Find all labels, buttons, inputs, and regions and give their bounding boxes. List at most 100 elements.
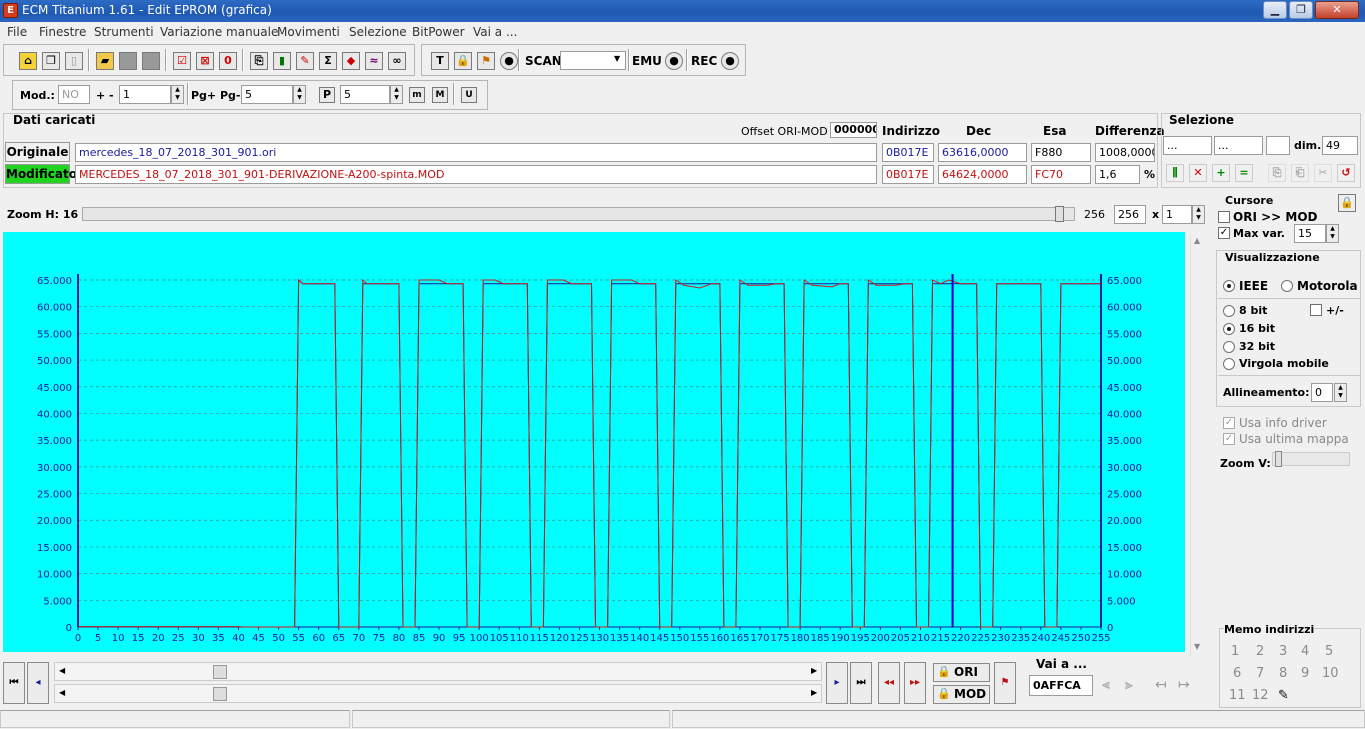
scroll-right-icon[interactable]: ▶ — [811, 688, 817, 697]
max-var-checkbox[interactable]: ✓ — [1218, 227, 1230, 239]
open-folder-icon[interactable]: ▰ — [96, 52, 114, 70]
mod-scroll-thumb[interactable] — [213, 687, 227, 701]
originale-esa[interactable]: F880 — [1031, 143, 1091, 162]
align-left-icon[interactable]: ⫷ — [1102, 677, 1110, 693]
memo-item[interactable]: 10 — [1322, 666, 1339, 681]
memo-item[interactable]: 3 — [1279, 644, 1287, 659]
compare-icon[interactable]: ⊠ — [196, 52, 214, 70]
scroll-up-icon[interactable]: ▲ — [1194, 236, 1200, 245]
originale-dec[interactable]: 63616,0000 — [938, 143, 1027, 162]
m-large-icon[interactable]: M — [432, 87, 448, 103]
ori-scroll-thumb[interactable] — [213, 665, 227, 679]
minimize-button[interactable]: ▁ — [1263, 1, 1287, 19]
rec-toggle-icon[interactable]: ● — [721, 52, 739, 70]
modificato-esa[interactable]: FC70 — [1031, 165, 1091, 184]
selezione-end-field[interactable]: ... — [1214, 136, 1263, 155]
binoculars-icon[interactable]: ∞ — [388, 52, 406, 70]
memo-item[interactable]: 7 — [1256, 666, 1264, 681]
zoom-value-b[interactable]: 256 — [1114, 205, 1146, 224]
next-icon[interactable]: ▸ — [826, 662, 848, 704]
chart-area[interactable]: 0 0 5.000 5.000 10.000 10.000 15.000 15.000 20.0… — [3, 232, 1185, 652]
menu-strumenti[interactable]: Strumenti — [94, 25, 154, 39]
copy-sel-icon[interactable]: ⎘ — [1268, 164, 1286, 182]
plusminus-checkbox[interactable] — [1310, 304, 1322, 316]
save-as-icon[interactable] — [142, 52, 160, 70]
home-icon[interactable]: ⌂ — [19, 52, 37, 70]
modificato-diff[interactable]: 1,6 — [1095, 165, 1140, 184]
zoom-value-c[interactable]: 1 — [1162, 205, 1192, 224]
record-dot-icon[interactable]: ● — [500, 52, 518, 70]
max-var-field[interactable]: 15 — [1294, 224, 1326, 243]
undo-icon[interactable]: ↺ — [1337, 164, 1355, 182]
lock-icon[interactable]: 🔒 — [454, 52, 472, 70]
jump-back-icon[interactable]: ↤ — [1155, 677, 1167, 693]
prev-diff-icon[interactable]: ◂◂ — [878, 662, 900, 704]
memo-item[interactable]: 12 — [1252, 688, 1269, 703]
originale-file[interactable]: mercedes_18_07_2018_301_901.ori — [75, 143, 877, 162]
memo-item[interactable]: 1 — [1231, 644, 1239, 659]
memo-save-icon[interactable]: ✎ — [1278, 688, 1289, 703]
plus-minus-field[interactable]: 1 — [119, 85, 171, 104]
battery-icon[interactable]: ▮ — [273, 52, 291, 70]
close-button[interactable]: ✕ — [1315, 1, 1359, 19]
memo-item[interactable]: 2 — [1256, 644, 1264, 659]
copy-icon[interactable]: ⎘ — [250, 52, 268, 70]
align-right-icon[interactable]: ⫸ — [1125, 677, 1133, 693]
sum-icon[interactable]: Σ — [319, 52, 337, 70]
scroll-down-icon[interactable]: ▼ — [1194, 642, 1200, 651]
float-radio[interactable] — [1223, 358, 1235, 370]
max-var-stepper[interactable]: ▲ ▼ — [1326, 224, 1339, 243]
memo-item[interactable]: 11 — [1229, 688, 1246, 703]
menu-vai-a[interactable]: Vai a ... — [473, 25, 517, 39]
pg-stepper[interactable]: ▲ ▼ — [293, 85, 306, 104]
modificato-addr[interactable]: 0B017E — [882, 165, 934, 184]
menu-file[interactable]: File — [7, 25, 27, 39]
modificato-file[interactable]: MERCEDES_18_07_2018_301_901-DERIVAZIONE-… — [75, 165, 877, 184]
originale-label[interactable]: Originale — [5, 142, 70, 162]
bit8-radio[interactable] — [1223, 305, 1235, 317]
allineamento-stepper[interactable]: ▲ ▼ — [1334, 383, 1347, 402]
usa-ultima-mappa-checkbox[interactable]: ✓ — [1223, 433, 1235, 445]
p-stepper[interactable]: ▲ ▼ — [390, 85, 403, 104]
selezione-extra-field[interactable] — [1266, 136, 1290, 155]
document-icon[interactable]: ▯ — [65, 52, 83, 70]
pg-field[interactable]: 5 — [241, 85, 293, 104]
memo-item[interactable]: 6 — [1233, 666, 1241, 681]
scroll-left-icon[interactable]: ◀ — [59, 688, 65, 697]
menu-bitpower[interactable]: BitPower — [412, 25, 465, 39]
originale-addr[interactable]: 0B017E — [882, 143, 934, 162]
p-field[interactable]: 5 — [340, 85, 390, 104]
ori-scrollbar[interactable]: ◀ ▶ — [54, 662, 822, 681]
modificato-dec[interactable]: 64624,0000 — [938, 165, 1027, 184]
prev-icon[interactable]: ◂ — [27, 662, 49, 704]
memo-item[interactable]: 8 — [1279, 666, 1287, 681]
bit16-radio[interactable] — [1223, 323, 1235, 335]
selezione-start-field[interactable]: ... — [1163, 136, 1212, 155]
motorola-radio[interactable] — [1281, 280, 1293, 292]
windows-icon[interactable]: ❐ — [42, 52, 60, 70]
zoom-h-thumb[interactable] — [1055, 206, 1064, 222]
zoom-v-slider[interactable] — [1272, 451, 1350, 467]
chart-vertical-scrollbar[interactable]: ▲ ▼ — [1190, 236, 1206, 656]
allineamento-field[interactable]: 0 — [1311, 383, 1333, 402]
t-icon[interactable]: T — [431, 52, 449, 70]
save-icon[interactable] — [119, 52, 137, 70]
menu-movimenti[interactable]: Movimenti — [277, 25, 340, 39]
select-equal-icon[interactable]: = — [1235, 164, 1253, 182]
emu-toggle-icon[interactable]: ● — [665, 52, 683, 70]
edit-chart-icon[interactable]: ✎ — [296, 52, 314, 70]
scroll-right-icon[interactable]: ▶ — [811, 666, 817, 675]
modificato-label[interactable]: Modificato — [5, 164, 77, 184]
clear-icon[interactable]: 0 — [219, 52, 237, 70]
usa-info-driver-checkbox[interactable]: ✓ — [1223, 417, 1235, 429]
maximize-button[interactable]: ❐ — [1289, 1, 1313, 19]
scroll-left-icon[interactable]: ◀ — [59, 666, 65, 675]
offset-field[interactable]: 000000 — [830, 122, 877, 138]
flag-icon[interactable]: ⚑ — [994, 662, 1016, 704]
ieee-radio[interactable] — [1223, 280, 1235, 292]
paste-sel-icon[interactable]: ⎗ — [1291, 164, 1309, 182]
bit32-radio[interactable] — [1223, 341, 1235, 353]
padlock-icon[interactable]: 🔒 — [1338, 194, 1356, 212]
select-add-icon[interactable]: + — [1212, 164, 1230, 182]
next-diff-icon[interactable]: ▸▸ — [904, 662, 926, 704]
